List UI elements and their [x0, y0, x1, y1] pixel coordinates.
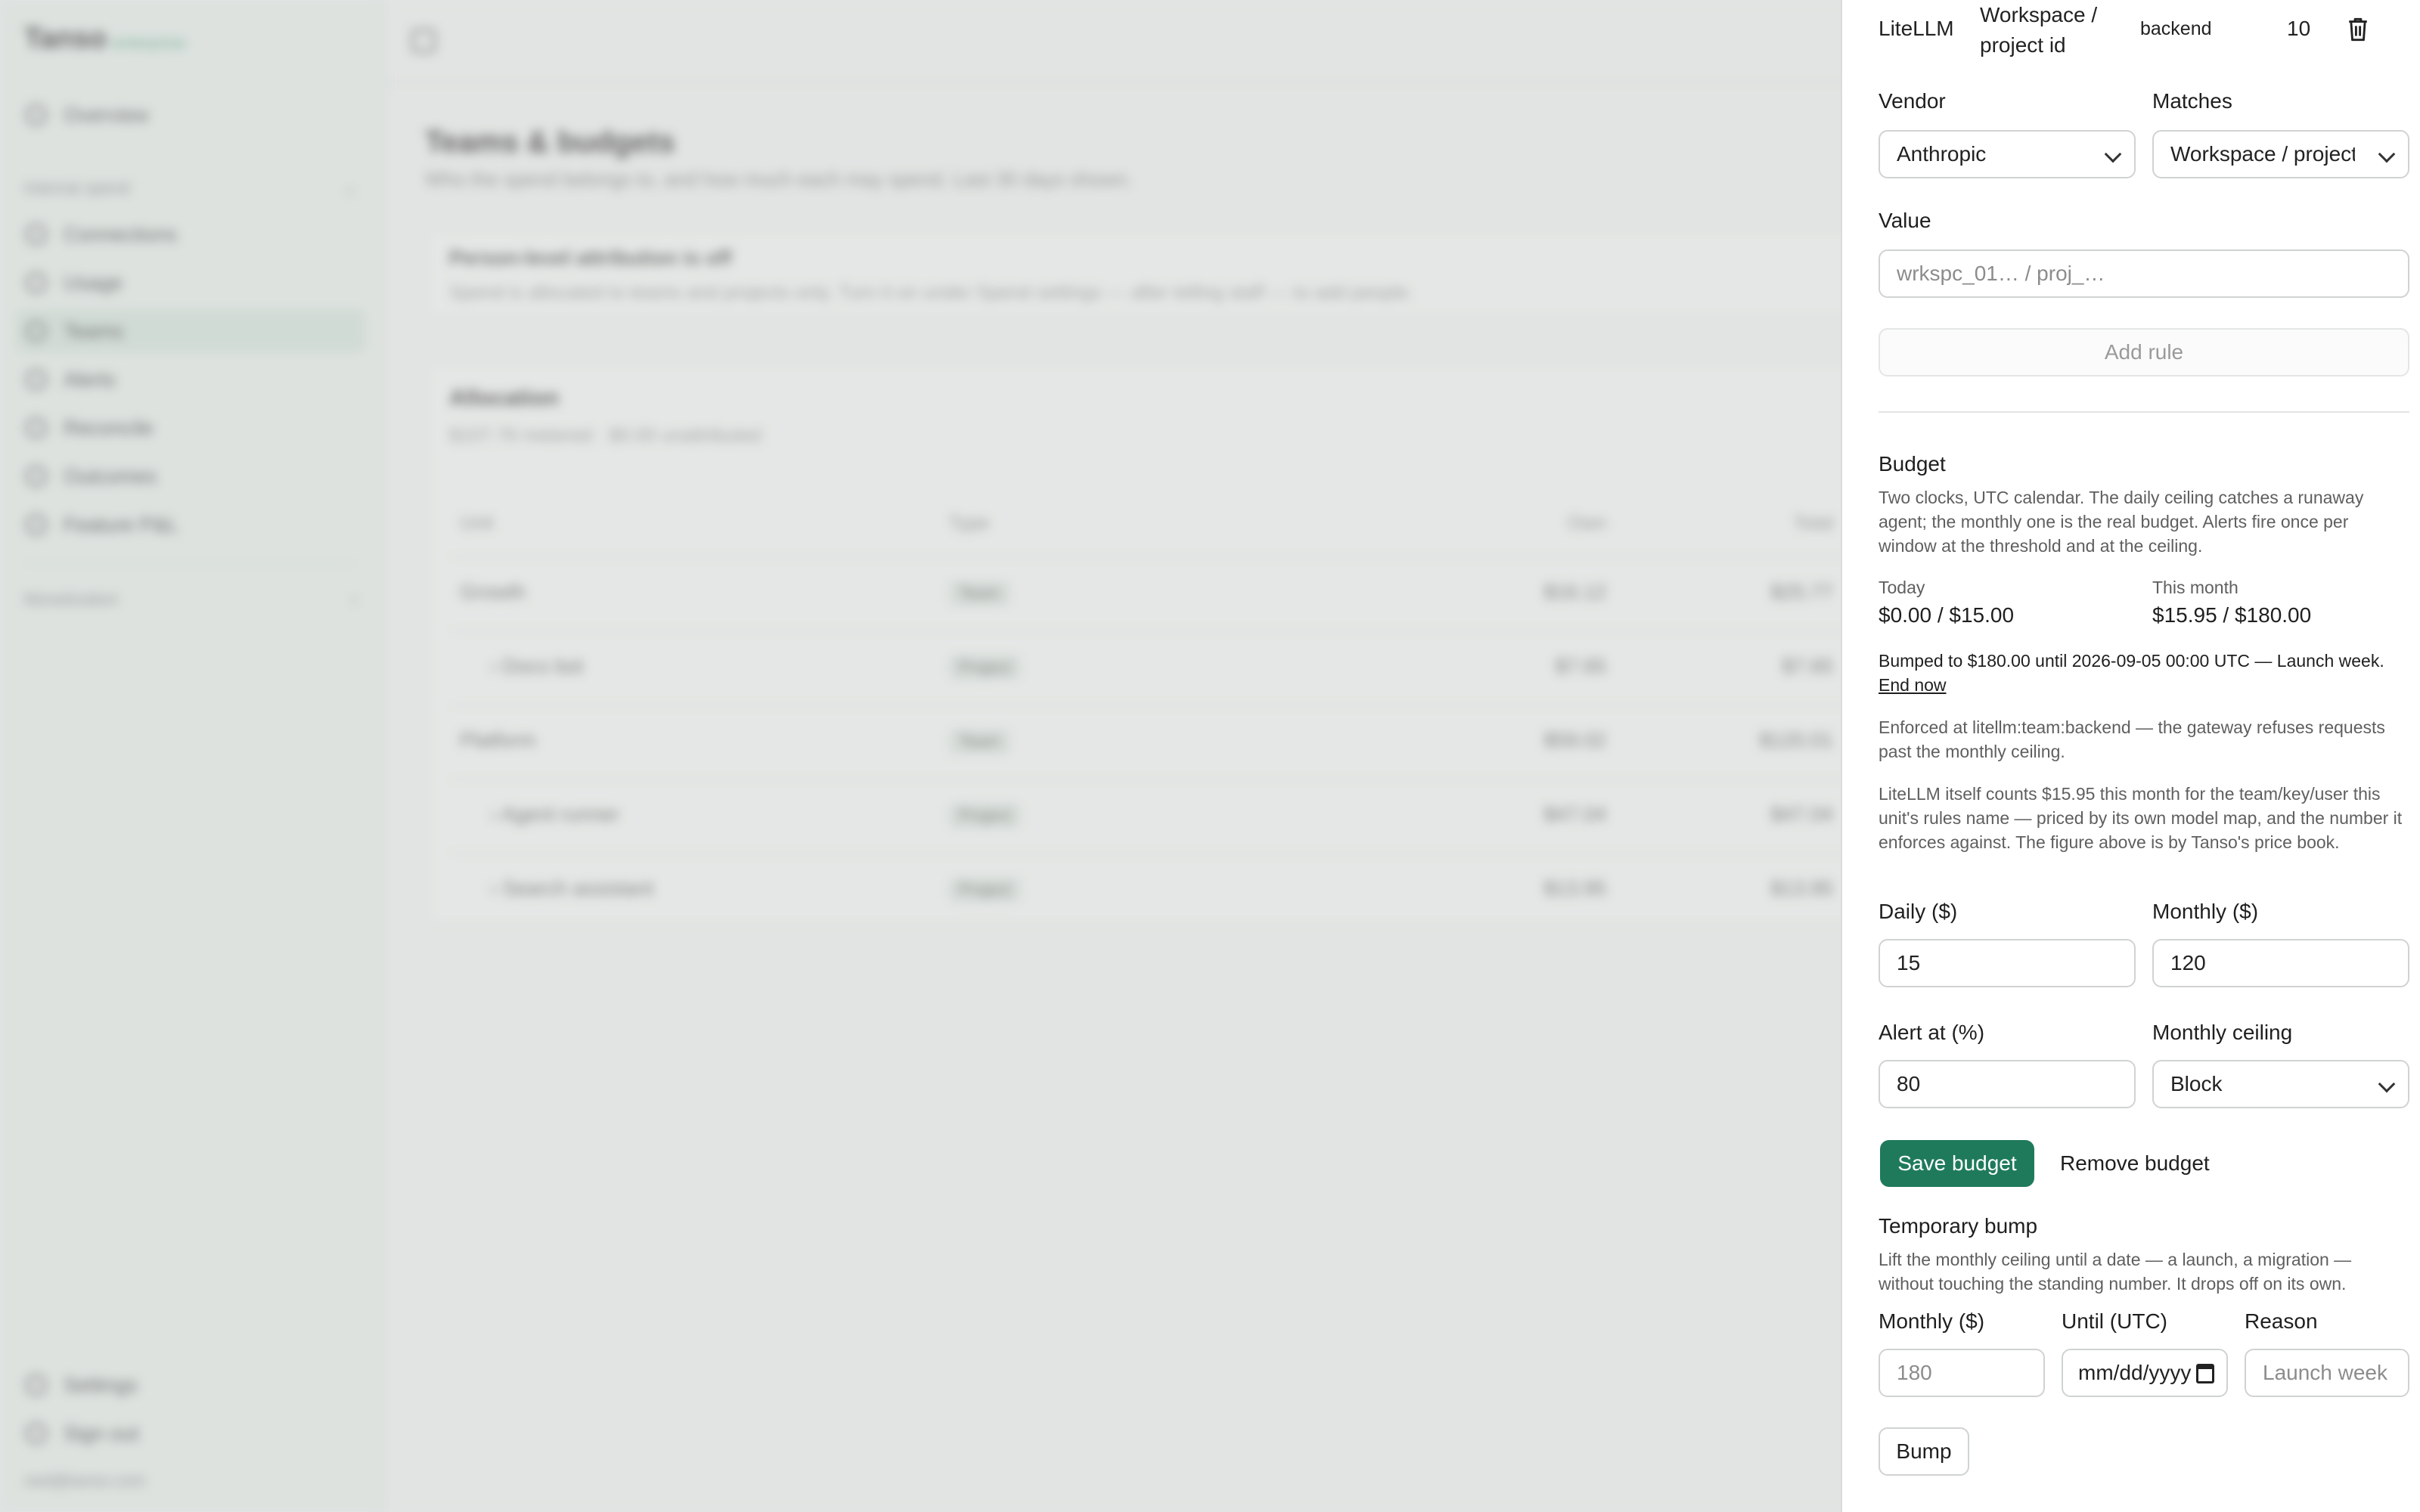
- save-budget-button[interactable]: Save budget: [1880, 1140, 2034, 1187]
- enforced-note: Enforced at litellm:team:backend — the g…: [1879, 717, 2385, 761]
- bump-button[interactable]: Bump: [1879, 1427, 1969, 1476]
- alert-input[interactable]: 80: [1879, 1060, 2136, 1108]
- trash-icon[interactable]: [2346, 17, 2370, 42]
- bump-until-input[interactable]: mm/dd/yyyy: [2062, 1349, 2228, 1397]
- bump-monthly-label: Monthly ($): [1879, 1309, 1985, 1333]
- date-placeholder: mm/dd/yyyy: [2078, 1361, 2192, 1384]
- ceiling-label: Monthly ceiling: [2152, 1021, 2293, 1044]
- bump-until-label: Until (UTC): [2062, 1309, 2167, 1333]
- bump-reason-label: Reason: [2245, 1309, 2318, 1333]
- chevron-down-icon: [2378, 145, 2396, 163]
- rule-match: Workspace / project id: [1980, 3, 2098, 57]
- bump-title: Temporary bump: [1879, 1214, 2038, 1238]
- calendar-icon[interactable]: [2196, 1364, 2214, 1383]
- month-value: $15.95 / $180.00: [2152, 603, 2312, 627]
- value-label: Value: [1879, 209, 1931, 232]
- vendor-label: Vendor: [1879, 89, 1946, 113]
- team-drawer: LiteLLM Workspace / project id backend 1…: [1841, 0, 2420, 1512]
- today-value: $0.00 / $15.00: [1879, 603, 2015, 627]
- chevron-down-icon: [2104, 145, 2122, 163]
- vendor-select-value: Anthropic: [1897, 142, 1987, 166]
- monthly-label: Monthly ($): [2152, 900, 2259, 923]
- section-divider: [1879, 411, 2409, 413]
- value-input[interactable]: wrkspc_01… / proj_…: [1879, 249, 2409, 298]
- daily-input[interactable]: 15: [1879, 939, 2136, 987]
- litellm-note: LiteLLM itself counts $15.95 this month …: [1879, 784, 2403, 852]
- modal-scrim[interactable]: [0, 0, 1841, 1512]
- rule-value: backend: [2140, 18, 2212, 39]
- bump-monthly-input[interactable]: 180: [1879, 1349, 2045, 1397]
- matches-label: Matches: [2152, 89, 2232, 113]
- rule-row: LiteLLM Workspace / project id backend 1…: [1879, 0, 2400, 59]
- alert-label: Alert at (%): [1879, 1021, 1985, 1044]
- bump-notice-text: Bumped to $180.00 until 2026-09-05 00:00…: [1879, 651, 2384, 671]
- matches-select[interactable]: Workspace / project id: [2152, 130, 2409, 178]
- matches-select-value: Workspace / project id: [2170, 142, 2355, 166]
- ceiling-select-value: Block: [2170, 1072, 2223, 1095]
- vendor-select[interactable]: Anthropic: [1879, 130, 2136, 178]
- ceiling-select[interactable]: Block: [2152, 1060, 2409, 1108]
- month-label: This month: [2152, 578, 2238, 597]
- daily-label: Daily ($): [1879, 900, 1958, 923]
- rule-priority: 10: [2287, 17, 2311, 40]
- bump-notice: Bumped to $180.00 until 2026-09-05 00:00…: [1879, 649, 2408, 697]
- monthly-input[interactable]: 120: [2152, 939, 2409, 987]
- rule-provider: LiteLLM: [1879, 17, 1954, 40]
- remove-budget-button[interactable]: Remove budget: [2052, 1140, 2217, 1187]
- add-rule-button[interactable]: Add rule: [1879, 328, 2409, 376]
- end-now-link[interactable]: End now: [1879, 675, 1947, 695]
- budget-description: Two clocks, UTC calendar. The daily ceil…: [1879, 488, 2364, 556]
- today-label: Today: [1879, 578, 1925, 597]
- chevron-down-icon: [2378, 1075, 2396, 1093]
- bump-reason-input[interactable]: Launch week: [2245, 1349, 2409, 1397]
- bump-description: Lift the monthly ceiling until a date — …: [1879, 1250, 2352, 1294]
- budget-title: Budget: [1879, 452, 1946, 476]
